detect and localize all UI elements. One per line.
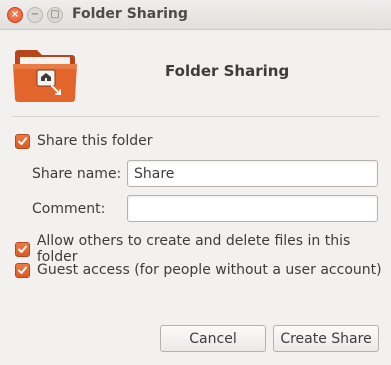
close-icon: × [10, 9, 20, 20]
minimize-window-button[interactable]: − [27, 7, 43, 23]
close-window-button[interactable]: × [7, 7, 23, 23]
header-separator [12, 116, 379, 117]
checkbox-checked-icon [15, 133, 30, 149]
checkbox-checked-icon [15, 262, 30, 278]
allow-create-delete-label: Allow others to create and delete files … [36, 233, 351, 265]
share-folder-checkbox[interactable]: Share this folder [15, 133, 153, 149]
share-name-input[interactable] [127, 160, 378, 187]
window-title: Folder Sharing [72, 6, 188, 22]
create-share-button[interactable]: Create Share [273, 325, 379, 352]
checkbox-checked-icon [15, 241, 30, 257]
cancel-button[interactable]: Cancel [160, 325, 266, 352]
allow-create-delete-checkbox[interactable]: Allow others to create and delete files … [15, 233, 391, 265]
minimize-icon: − [30, 9, 40, 20]
share-name-label: Share name: [32, 166, 122, 182]
maximize-window-button[interactable]: □ [47, 7, 63, 23]
maximize-icon: □ [50, 9, 60, 20]
titlebar: × − □ Folder Sharing [0, 0, 391, 30]
folder-sharing-dialog: × − □ Folder Sharing Folder Sharing Shar… [0, 0, 391, 365]
folder-share-icon [12, 44, 78, 104]
comment-label: Comment: [32, 201, 106, 217]
comment-input[interactable] [127, 195, 378, 222]
guest-access-label: Guest access (for people without a user … [37, 262, 382, 278]
guest-access-checkbox[interactable]: Guest access (for people without a user … [15, 262, 382, 278]
share-folder-label: Share this folder [37, 133, 153, 149]
dialog-heading: Folder Sharing [165, 62, 290, 80]
